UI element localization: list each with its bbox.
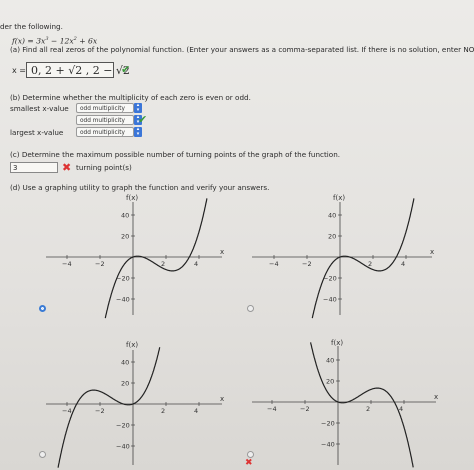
turning-points-field[interactable]: 3: [10, 162, 58, 173]
radio-graph-top-right[interactable]: [247, 305, 254, 312]
x-axis-label: x: [430, 248, 434, 256]
check-icon: ✔: [138, 113, 148, 126]
y-tick-label: −40: [323, 296, 337, 304]
x-tick-label: −2: [300, 405, 310, 413]
x-icon: ✖: [62, 161, 72, 174]
x-tick-label: 2: [366, 405, 370, 413]
x-tick-label: −4: [62, 260, 72, 268]
multiplicity-select-smallest[interactable]: odd multiplicity ▴ ▾: [76, 103, 142, 113]
check-icon: ✔: [121, 63, 131, 76]
y-tick-label: −20: [116, 422, 130, 430]
y-axis-label: f(x): [126, 341, 138, 349]
y-tick-label: 40: [121, 212, 129, 220]
chevron-down-icon[interactable]: ▴ ▾: [134, 103, 142, 113]
y-axis-label: f(x): [331, 339, 343, 347]
x-tick-label: 4: [194, 260, 198, 268]
chevron-down-icon[interactable]: ▴ ▾: [134, 127, 142, 137]
homework-page: der the following. f(x) = 3x3 − 12x2 + 6…: [0, 0, 474, 470]
turning-points-unit: turning point(s): [76, 163, 132, 172]
x-tick-label: 2: [161, 260, 165, 268]
x-tick-label: −4: [269, 260, 279, 268]
part-c-prompt: (c) Determine the maximum possible numbe…: [10, 150, 341, 159]
x-axis-label: x: [220, 395, 224, 403]
x-axis-label: x: [434, 393, 438, 401]
y-tick-label: 40: [328, 212, 336, 220]
y-tick-label: −40: [116, 296, 130, 304]
select-value: odd multiplicity: [80, 130, 125, 136]
zeros-answer-field[interactable]: 0, 2 + √2 , 2 − √2: [26, 62, 130, 78]
x-tick-label: 2: [161, 407, 165, 415]
select-value: odd multiplicity: [80, 118, 125, 124]
x-tick-label: −4: [267, 405, 277, 413]
y-tick-label: −40: [321, 441, 335, 449]
x-tick-label: 4: [399, 405, 403, 413]
radio-graph-bottom-left[interactable]: [39, 451, 46, 458]
part-a-prompt: (a) Find all real zeros of the polynomia…: [10, 45, 474, 54]
multiplicity-select-middle[interactable]: odd multiplicity ▴ ▾: [76, 115, 142, 125]
radio-graph-bottom-right[interactable]: [247, 451, 254, 458]
x-tick-label: −2: [302, 260, 312, 268]
y-tick-label: 20: [328, 233, 336, 241]
x-icon: ✖: [245, 458, 253, 468]
y-tick-label: −40: [116, 443, 130, 451]
x-tick-label: −2: [95, 407, 105, 415]
x-tick-label: −2: [95, 260, 105, 268]
intro-text: der the following.: [0, 22, 63, 31]
y-tick-label: 40: [326, 357, 334, 365]
part-b-prompt: (b) Determine whether the multiplicity o…: [10, 93, 251, 102]
y-axis-label: f(x): [126, 194, 138, 202]
y-tick-label: 20: [121, 233, 129, 241]
x-tick-label: 4: [194, 407, 198, 415]
x-axis-label: x: [220, 248, 224, 256]
x-tick-label: 2: [368, 260, 372, 268]
function-curve: [57, 347, 161, 468]
y-tick-label: −20: [321, 420, 335, 428]
y-tick-label: 20: [121, 380, 129, 388]
multiplicity-select-largest[interactable]: odd multiplicity ▴ ▾: [76, 127, 142, 137]
x-tick-label: 4: [401, 260, 405, 268]
x-equals-label: x =: [12, 66, 26, 75]
graph-area: f(x) x −4 −2 2 4 40 20 −20 −40 f(x) x −4 −2 2 4 40 20 −20 −…: [46, 194, 438, 468]
select-value: odd multiplicity: [80, 106, 125, 112]
smallest-x-label: smallest x-value: [10, 104, 69, 113]
y-tick-label: 40: [121, 359, 129, 367]
largest-x-label: largest x-value: [10, 128, 64, 137]
radio-graph-top-left[interactable]: [39, 305, 46, 312]
y-axis-label: f(x): [333, 194, 345, 202]
y-tick-label: 20: [326, 378, 334, 386]
x-tick-label: −4: [62, 407, 72, 415]
